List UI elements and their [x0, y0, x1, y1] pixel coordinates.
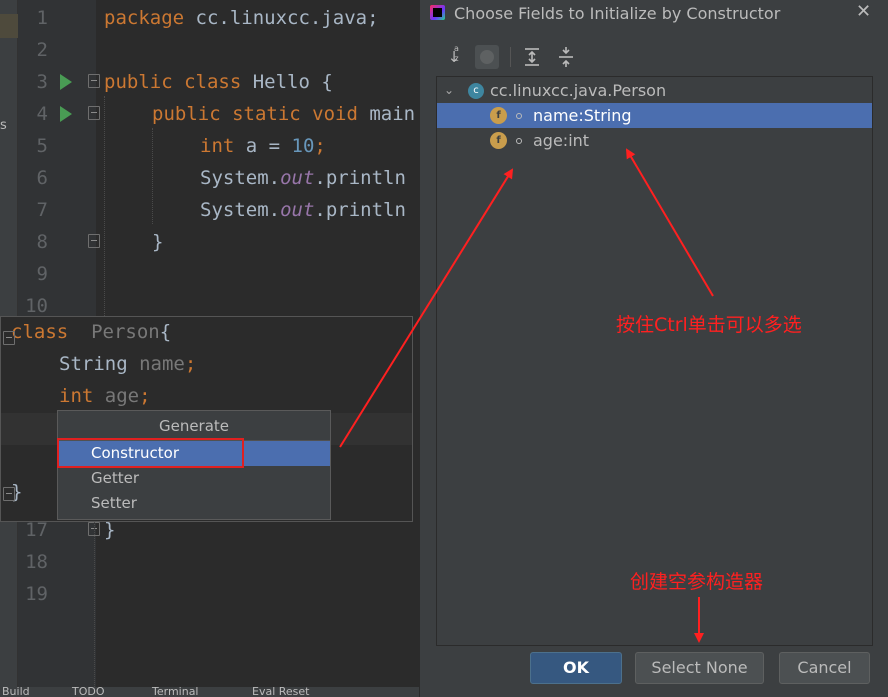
line-number: 1: [36, 7, 48, 29]
annotation-empty-constructor: 创建空参构造器: [630, 571, 764, 593]
tool-terminal[interactable]: Terminal: [152, 687, 199, 697]
show-visibility-icon[interactable]: [475, 45, 499, 69]
intellij-app-icon: [430, 5, 445, 20]
field-name: age: [93, 385, 140, 407]
run-class-icon[interactable]: [60, 74, 72, 90]
line-number: 8: [36, 231, 48, 253]
line-number: 3: [36, 71, 48, 93]
line-number: 5: [36, 135, 48, 157]
tree-field-age[interactable]: f age:int: [437, 128, 872, 153]
field-icon: f: [490, 107, 507, 124]
expand-all-icon[interactable]: [520, 45, 544, 69]
code-line[interactable]: System.out.println: [200, 194, 406, 226]
indent-guide: [94, 522, 95, 687]
cancel-button[interactable]: Cancel: [779, 652, 870, 684]
type-name: int: [59, 385, 94, 407]
code-line[interactable]: }: [152, 226, 163, 258]
brace: {: [159, 321, 172, 343]
static-field: out: [280, 199, 315, 221]
semicolon: ;: [184, 353, 197, 375]
line-number: 6: [36, 167, 48, 189]
annotation-multi-select: 按住Ctrl单击可以多选: [616, 314, 802, 336]
line-number: 18: [25, 551, 48, 573]
line-number: 2: [36, 39, 48, 61]
code-text: .println: [314, 199, 406, 221]
line-number: 7: [36, 199, 48, 221]
tool-build[interactable]: Build: [2, 687, 30, 697]
class-icon: c: [468, 83, 484, 99]
close-icon[interactable]: ✕: [856, 1, 871, 22]
line-number: 4: [36, 103, 48, 125]
fold-marker-icon: [3, 487, 15, 501]
field-icon: f: [490, 132, 507, 149]
package-visibility-icon: [516, 113, 522, 119]
code-text: System.: [200, 167, 281, 189]
line-number: 9: [36, 263, 48, 285]
code-text: }: [104, 519, 116, 541]
class-name: Person: [68, 321, 160, 343]
code-line[interactable]: int a = 10;: [200, 130, 326, 162]
code-text: main: [357, 103, 416, 125]
code-line[interactable]: System.out.println: [200, 162, 406, 194]
package-visibility-icon: [516, 138, 522, 144]
field-label: age:int: [533, 131, 590, 150]
semicolon: ;: [139, 385, 151, 407]
run-main-icon[interactable]: [60, 106, 72, 122]
fold-marker-icon: [3, 331, 15, 345]
tool-strip-marker: [0, 14, 18, 38]
tool-todo[interactable]: TODO: [72, 687, 105, 697]
dialog-title: Choose Fields to Initialize by Construct…: [454, 4, 781, 23]
code-text: Hello {: [241, 71, 333, 93]
code-text: System.: [200, 199, 281, 221]
indent-guide: [152, 128, 153, 224]
fold-marker-icon[interactable]: [88, 234, 100, 248]
toolbar-separator: [510, 47, 511, 67]
code-text: cc.linuxcc.java;: [184, 7, 379, 29]
tool-window-bar: Build TODO Terminal Eval Reset: [0, 687, 420, 697]
static-field: out: [280, 167, 315, 189]
code-line[interactable]: public class Hello {: [104, 66, 333, 98]
code-line[interactable]: package cc.linuxcc.java;: [104, 2, 379, 34]
keyword: class: [11, 321, 69, 343]
generate-menu-title: Generate: [58, 411, 330, 441]
number-literal: 10: [291, 135, 315, 157]
tree-field-name[interactable]: f name:String: [437, 103, 872, 128]
snippet-line: String name;: [59, 353, 196, 375]
keyword: package: [104, 7, 185, 29]
field-label: name:String: [533, 106, 632, 125]
semicolon: ;: [314, 135, 326, 157]
constructor-highlight-box: [57, 438, 244, 468]
menu-item-getter[interactable]: Getter: [58, 466, 330, 491]
tool-eval-reset[interactable]: Eval Reset: [252, 687, 309, 697]
sort-alphabetically-icon[interactable]: ↓ a z: [442, 44, 466, 69]
class-name: cc.linuxcc.java.Person: [490, 81, 667, 100]
code-line[interactable]: public static void main: [152, 98, 415, 130]
tree-class-node[interactable]: ⌄ c cc.linuxcc.java.Person: [437, 78, 872, 103]
fold-marker-icon[interactable]: [88, 74, 100, 88]
chevron-down-icon[interactable]: ⌄: [444, 78, 454, 103]
select-none-button[interactable]: Select None: [635, 652, 764, 684]
snippet-line: int age;: [59, 385, 151, 407]
indent-guide: [104, 96, 105, 316]
collapse-all-icon[interactable]: [554, 45, 578, 69]
field-name: name: [127, 353, 185, 375]
keyword: public class: [104, 71, 242, 93]
line-number: 19: [25, 583, 48, 605]
code-text: .println: [314, 167, 406, 189]
code-text: a =: [234, 135, 292, 157]
keyword: int: [200, 135, 235, 157]
menu-item-setter[interactable]: Setter: [58, 491, 330, 516]
code-text: }: [152, 231, 164, 253]
ok-button[interactable]: OK: [530, 652, 622, 684]
fields-tree[interactable]: ⌄ c cc.linuxcc.java.Person f name:String…: [436, 76, 873, 646]
type-name: String: [59, 353, 128, 375]
snippet-line: class Person{: [11, 321, 171, 343]
fold-marker-icon[interactable]: [88, 106, 100, 120]
keyword: public static void: [152, 103, 358, 125]
tool-strip-fragment: s: [0, 118, 7, 133]
